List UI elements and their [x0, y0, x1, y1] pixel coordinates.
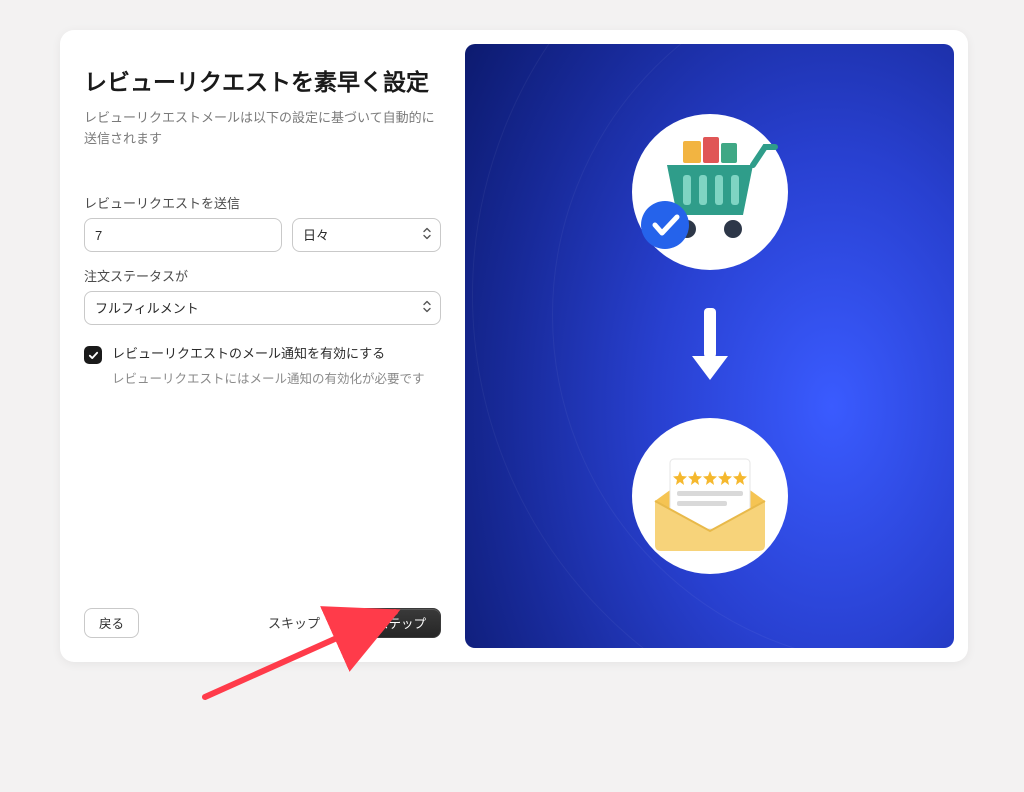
enable-email-row: レビューリクエストのメール通知を有効にする: [84, 345, 441, 364]
enable-email-help: レビューリクエストにはメール通知の有効化が必要です: [112, 370, 441, 389]
envelope-illustration: [625, 411, 795, 586]
order-status-block: 注文ステータスが フルフィルメント: [84, 266, 441, 325]
skip-button[interactable]: スキップ: [264, 607, 324, 638]
page-title: レビューリクエストを素早く設定: [84, 68, 441, 98]
enable-email-label: レビューリクエストのメール通知を有効にする: [112, 345, 385, 363]
check-icon: [88, 350, 99, 361]
send-after-label: レビューリクエストを送信: [84, 193, 441, 212]
setup-card: レビューリクエストを素早く設定 レビューリクエストメールは以下の設定に基づいて自…: [60, 30, 968, 662]
enable-email-checkbox[interactable]: [84, 346, 102, 364]
unit-select[interactable]: 日々: [292, 218, 441, 252]
next-step-button[interactable]: 次のステップ: [336, 608, 441, 638]
send-after-block: レビューリクエストを送信 日々: [84, 193, 441, 252]
footer-actions: 戻る スキップ 次のステップ: [84, 607, 441, 638]
cart-illustration: [625, 107, 795, 282]
order-status-select[interactable]: フルフィルメント: [84, 291, 441, 325]
days-input[interactable]: [84, 218, 282, 252]
form-pane: レビューリクエストを素早く設定 レビューリクエストメールは以下の設定に基づいて自…: [60, 30, 465, 662]
order-status-label: 注文ステータスが: [84, 266, 441, 285]
arrow-down-icon: [690, 306, 730, 387]
back-button[interactable]: 戻る: [84, 608, 139, 638]
illustration-pane: [465, 44, 954, 648]
page-subtitle: レビューリクエストメールは以下の設定に基づいて自動的に送信されます: [84, 108, 441, 150]
